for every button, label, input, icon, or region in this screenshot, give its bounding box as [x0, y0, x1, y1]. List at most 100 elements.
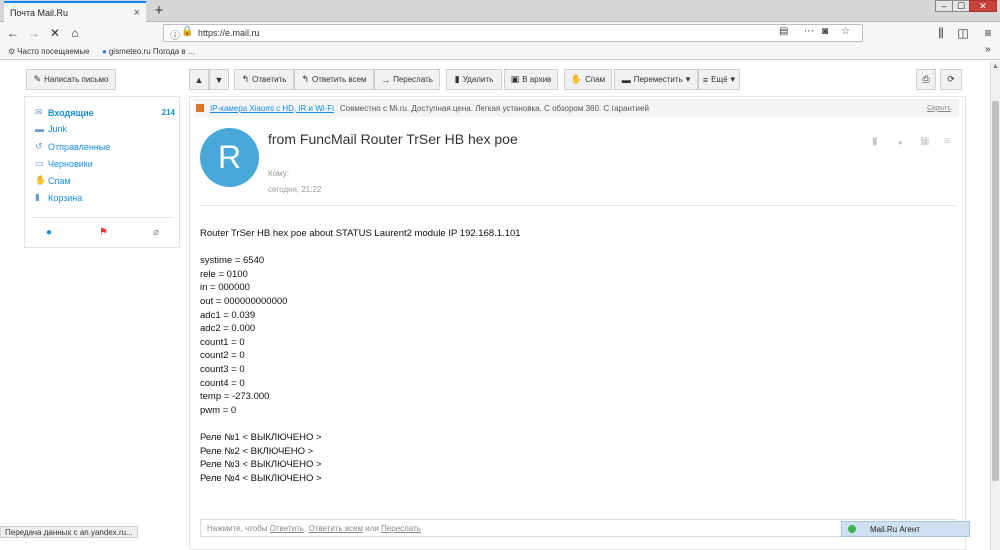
folder-drafts[interactable]: ▭ Черновики — [35, 158, 175, 169]
reply-icon: ↰ — [241, 74, 250, 84]
prev-message-button[interactable]: ▲ — [189, 69, 209, 90]
forward-arrow-icon: → — [381, 74, 391, 85]
unread-dot-icon[interactable]: ● — [898, 138, 903, 147]
spam-icon: ✋ — [35, 175, 47, 185]
reply-all-button[interactable]: ↰ Ответить всем — [294, 69, 374, 90]
next-message-button[interactable]: ▼ — [209, 69, 229, 90]
pencil-icon: ✎ — [33, 74, 42, 84]
star-icon[interactable]: ☆ — [841, 26, 850, 37]
more-bookmarks-icon[interactable]: » — [985, 44, 991, 55]
back-icon[interactable]: ← — [5, 25, 21, 41]
scroll-thumb[interactable] — [992, 101, 999, 481]
message-line: count4 = 0 — [200, 377, 245, 389]
bookmark-icon[interactable]: ▮ — [872, 136, 878, 147]
folder-icon: ▬ — [35, 124, 44, 134]
minimize-button[interactable]: – — [935, 0, 953, 12]
more-icon[interactable]: ⋯ — [804, 26, 814, 37]
message-date: сегодня, 21:22 — [268, 185, 322, 194]
menu-icon[interactable]: ≡ — [980, 25, 996, 41]
folder-spam[interactable]: ✋ Спам — [35, 175, 175, 186]
home-icon[interactable]: ⌂ — [67, 25, 83, 41]
info-icon[interactable]: ⓘ — [170, 27, 180, 42]
status-bar: Передача данных с an.yandex.ru... — [0, 526, 138, 538]
bookmark-gismeteo[interactable]: ● gismeteo.ru Погода в ... — [102, 47, 195, 56]
tab-title: Почта Mail.Ru — [10, 7, 68, 18]
message-line: systime = 6540 — [200, 255, 265, 267]
folder-trash[interactable]: ▮ Корзина — [35, 192, 175, 203]
folder-inbox[interactable]: ✉ Входящие 214 — [35, 107, 175, 118]
calendar-icon[interactable]: ▦ — [920, 136, 929, 147]
message-line: adc1 = 0.039 — [200, 309, 256, 321]
chevron-down-icon: ▾ — [685, 74, 691, 84]
message-line: out = 000000000000 — [200, 295, 288, 307]
draft-icon: ▭ — [35, 158, 44, 168]
ad-hide-link[interactable]: Скрыть — [927, 105, 951, 112]
url-bar[interactable]: ⓘ 🔒 https://e.mail.ru ▤ ⋯ ◙ ☆ — [163, 24, 863, 42]
quick-forward-link[interactable]: Переслать — [381, 524, 421, 533]
more-button[interactable]: ≡ Ещё ▾ — [698, 69, 740, 90]
sidebar-icon[interactable]: ◫ — [955, 25, 971, 41]
tab-mail[interactable]: Почта Mail.Ru × — [4, 1, 146, 22]
message-line: Router TrSer HB hex poe about STATUS Lau… — [200, 228, 521, 239]
refresh-button[interactable]: ⟳ — [940, 69, 962, 90]
more-lines-icon[interactable]: ≡ — [944, 136, 950, 147]
compose-button[interactable]: ✎ Написать письмо — [26, 69, 116, 90]
message-panel: IP-камера Xiaomi с HD, IR и Wi-Fi Совмес… — [189, 96, 966, 550]
message-line: Реле №2 < ВКЛЮЧЕНО > — [200, 445, 314, 457]
arrow-up-icon: ▲ — [194, 74, 204, 85]
print-icon: ⎙ — [922, 74, 930, 84]
library-icon[interactable]: ⫼ — [933, 25, 949, 41]
mail-agent-button[interactable]: Mail.Ru Агент — [841, 521, 970, 537]
message-line: temp = -273.000 — [200, 391, 270, 403]
message-line — [200, 241, 940, 255]
archive-button[interactable]: ▣ В архив — [504, 69, 558, 90]
refresh-icon: ⟳ — [947, 74, 955, 84]
message-line: count1 = 0 — [200, 336, 245, 348]
message-line: Реле №3 < ВЫКЛЮЧЕНО > — [200, 459, 322, 471]
trash-icon: ▮ — [454, 74, 460, 84]
message-line: Реле №4 < ВЫКЛЮЧЕНО > — [200, 472, 322, 484]
window-close-button[interactable]: ✕ — [969, 0, 997, 12]
avatar[interactable]: R — [200, 128, 259, 187]
ad-link[interactable]: IP-камера Xiaomi с HD, IR и Wi-Fi — [210, 104, 334, 113]
new-tab-button[interactable]: + — [150, 2, 168, 20]
delete-button[interactable]: ▮ Удалить — [446, 69, 502, 90]
message-line: count3 = 0 — [200, 363, 245, 375]
scroll-up-icon[interactable]: ▲ — [992, 63, 999, 70]
forward-button[interactable]: → Переслать — [374, 69, 440, 90]
message-line: in = 000000 — [200, 282, 250, 294]
unread-count: 214 — [161, 108, 175, 117]
url-text[interactable]: https://e.mail.ru — [198, 28, 260, 38]
print-button[interactable]: ⎙ — [916, 69, 936, 90]
close-icon[interactable]: × — [134, 7, 140, 19]
agent-label: Mail.Ru Агент — [870, 524, 920, 534]
to-label: Кому: — [268, 169, 289, 178]
pocket-icon[interactable]: ◙ — [822, 26, 828, 37]
quick-reply-link[interactable]: Ответить — [270, 524, 304, 533]
move-button[interactable]: ▬ Переместить ▾ — [614, 69, 698, 90]
folder-junk[interactable]: ▬ Junk — [35, 124, 175, 134]
quick-reply-all-link[interactable]: Ответить всем — [308, 524, 363, 533]
mail-page: ✎ Написать письмо ▲ ▼ ↰ Ответить ↰ Ответить… — [0, 61, 990, 550]
message-line: rele = 0100 — [200, 268, 248, 280]
ad-logo-icon — [196, 104, 204, 112]
forward-icon[interactable]: → — [26, 25, 42, 41]
scrollbar[interactable]: ▲ — [990, 61, 1000, 550]
bookmark-most-visited[interactable]: ⚙ Часто посещаемые — [8, 47, 90, 56]
menu-lines-icon: ≡ — [702, 74, 709, 85]
message-line: Реле №1 < ВЫКЛЮЧЕНО > — [200, 431, 322, 443]
reader-icon[interactable]: ▤ — [779, 26, 788, 37]
stop-icon[interactable]: ✕ — [47, 25, 63, 41]
message-line — [200, 417, 940, 431]
folder-sent[interactable]: ↺ Отправленные — [35, 141, 175, 152]
spam-button[interactable]: ✋ Спам — [564, 69, 612, 90]
attachment-filter-icon[interactable]: ⌀ — [153, 227, 159, 238]
flag-filter-icon[interactable]: ⚑ — [99, 227, 108, 238]
reply-button[interactable]: ↰ Ответить — [234, 69, 294, 90]
folder-icon: ▬ — [621, 74, 631, 85]
unread-filter-icon[interactable]: ● — [46, 227, 52, 238]
maximize-button[interactable]: ☐ — [952, 0, 970, 12]
message-line: adc2 = 0.000 — [200, 323, 256, 335]
arrow-down-icon: ▼ — [214, 74, 224, 85]
ad-text: Совместно с Mi.ru. Доступная цена. Легка… — [339, 103, 649, 113]
